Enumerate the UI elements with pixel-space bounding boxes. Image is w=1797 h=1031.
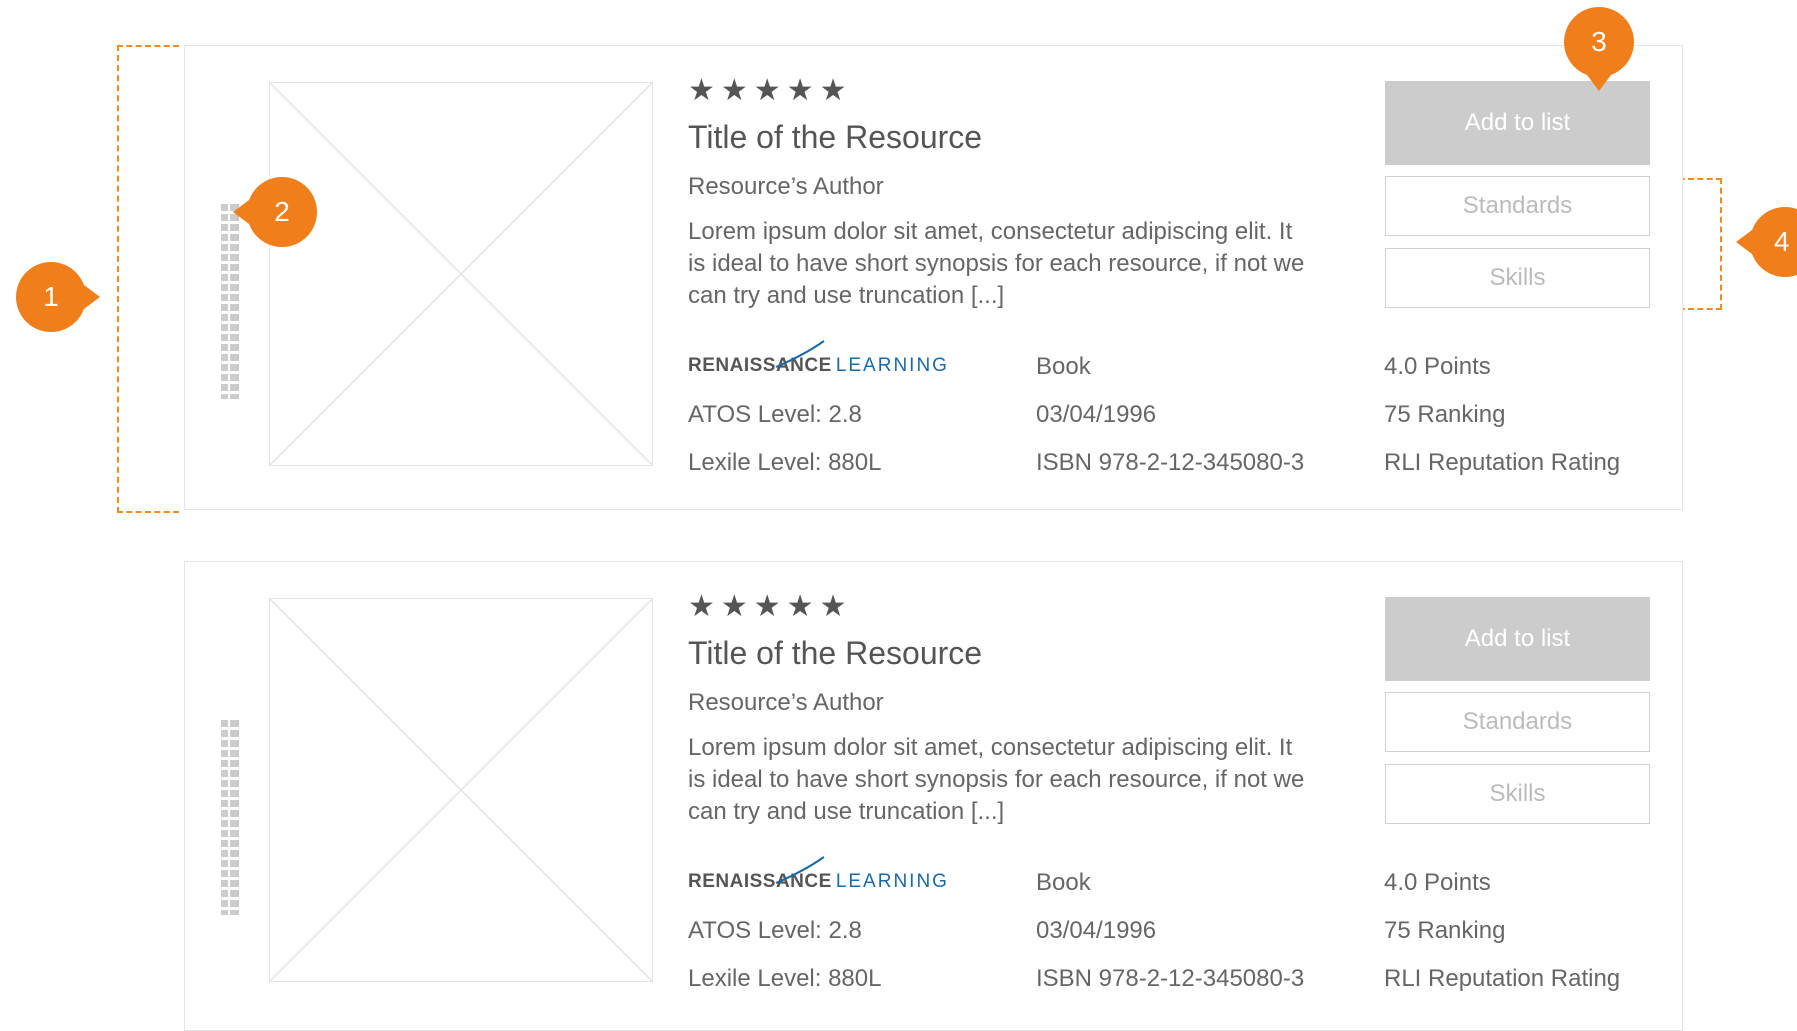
resource-synopsis: Lorem ipsum dolor sit amet, consectetur … — [688, 734, 1305, 825]
resource-synopsis: Lorem ipsum dolor sit amet, consectetur … — [688, 218, 1305, 309]
standards-button[interactable]: Standards — [1385, 692, 1650, 752]
publisher-logo: RENAISSANCE LEARNING — [688, 856, 949, 893]
resource-card[interactable]: ★★★★★ Title of the Resource Resource’s A… — [184, 45, 1683, 510]
resource-title[interactable]: Title of the Resource — [688, 119, 982, 156]
annotation-marker-4: 4 — [1736, 207, 1797, 277]
atos-level: ATOS Level: 2.8 — [688, 401, 862, 428]
reputation-rating: RLI Reputation Rating — [1384, 965, 1621, 992]
publish-date: 03/04/1996 — [1036, 917, 1157, 944]
annotation-marker-1: 1 — [16, 262, 100, 332]
lexile-level: Lexile Level: 880L — [688, 449, 882, 476]
drag-handle-icon[interactable] — [221, 204, 239, 399]
publish-date: 03/04/1996 — [1036, 401, 1157, 428]
add-to-list-button[interactable]: Add to list — [1385, 81, 1650, 165]
annotation-marker-2: 2 — [233, 177, 317, 247]
isbn: ISBN 978-2-12-345080-3 — [1036, 449, 1305, 476]
isbn: ISBN 978-2-12-345080-3 — [1036, 965, 1305, 992]
ranking: 75 Ranking — [1384, 401, 1506, 428]
skills-button[interactable]: Skills — [1385, 248, 1650, 308]
image-placeholder-icon — [269, 598, 653, 982]
points: 4.0 Points — [1384, 353, 1491, 380]
star-rating[interactable]: ★★★★★ — [688, 73, 852, 108]
lexile-level: Lexile Level: 880L — [688, 965, 882, 992]
resource-card[interactable]: ★★★★★ Title of the Resource Resource’s A… — [184, 561, 1683, 1031]
reputation-rating: RLI Reputation Rating — [1384, 449, 1621, 476]
image-placeholder-icon — [269, 82, 653, 466]
resource-type: Book — [1036, 869, 1091, 896]
ranking: 75 Ranking — [1384, 917, 1506, 944]
annotation-bracket-card — [117, 45, 179, 513]
points: 4.0 Points — [1384, 869, 1491, 896]
resource-author: Resource’s Author — [688, 173, 884, 200]
publisher-logo: RENAISSANCE LEARNING — [688, 340, 949, 377]
add-to-list-button[interactable]: Add to list — [1385, 597, 1650, 681]
annotation-marker-3: 3 — [1564, 7, 1634, 91]
skills-button[interactable]: Skills — [1385, 764, 1650, 824]
drag-handle-icon[interactable] — [221, 720, 239, 915]
atos-level: ATOS Level: 2.8 — [688, 917, 862, 944]
star-rating[interactable]: ★★★★★ — [688, 589, 852, 624]
resource-type: Book — [1036, 353, 1091, 380]
resource-author: Resource’s Author — [688, 689, 884, 716]
resource-title[interactable]: Title of the Resource — [688, 635, 982, 672]
standards-button[interactable]: Standards — [1385, 176, 1650, 236]
